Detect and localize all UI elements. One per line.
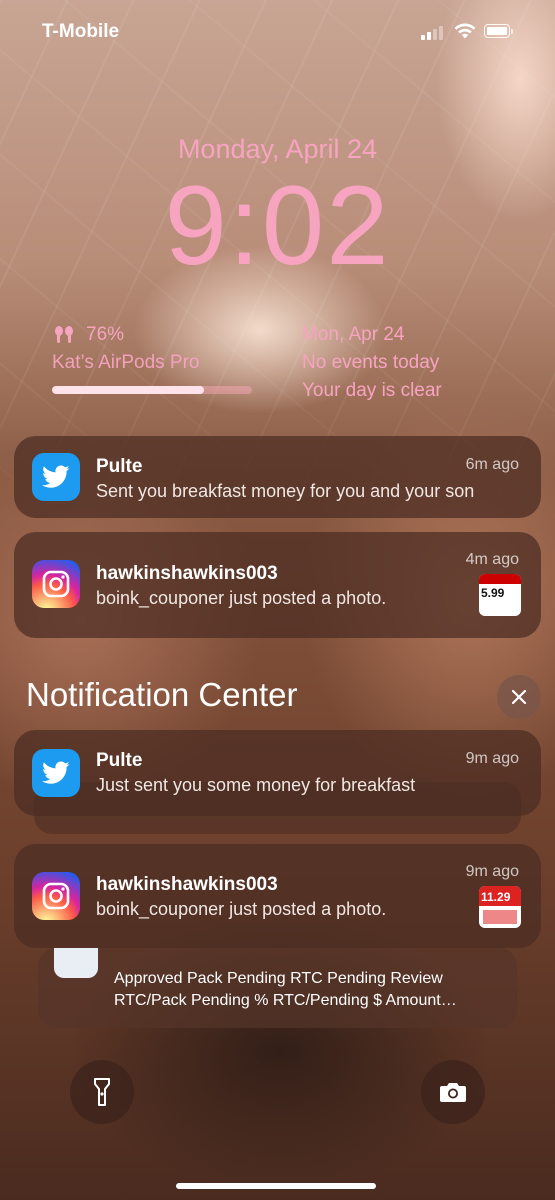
notification-title: Pulte: [96, 750, 143, 771]
notification-body: Just sent you some money for breakfast: [96, 775, 416, 795]
status-bar: T-Mobile: [0, 0, 555, 64]
notification-thumbnail: 5.99: [479, 574, 521, 616]
notification-body: boink_couponer just posted a photo.: [96, 588, 387, 608]
calendar-date: Mon, Apr 24: [302, 324, 405, 345]
home-indicator[interactable]: [176, 1183, 376, 1189]
notification-age: 4m ago: [465, 551, 519, 568]
notification-body: boink_couponer just posted a photo.: [96, 899, 387, 919]
camera-button[interactable]: [421, 1060, 485, 1124]
flashlight-button[interactable]: [70, 1060, 134, 1124]
notification-title: Pulte: [96, 456, 143, 477]
twitter-icon: [32, 749, 80, 797]
calendar-line2: Your day is clear: [302, 380, 442, 401]
twitter-icon: [32, 453, 80, 501]
instagram-icon: [32, 560, 80, 608]
battery-icon: [484, 24, 513, 38]
instagram-icon: [32, 872, 80, 920]
flashlight-icon: [94, 1078, 110, 1106]
lock-date: Monday, April 24: [177, 134, 378, 164]
notification-thumbnail: 11.29: [479, 886, 521, 928]
camera-icon: [440, 1083, 466, 1102]
airpods-device-name: Kat’s AirPods Pro: [52, 352, 200, 373]
notification-center-title: Notification Center: [26, 676, 298, 713]
close-button[interactable]: [497, 675, 541, 719]
calendar-line1: No events today: [302, 352, 440, 373]
wifi-icon: [454, 23, 476, 39]
close-icon: [511, 689, 527, 705]
airpods-battery-widget[interactable]: 76% Kat’s AirPods Pro: [52, 324, 252, 394]
app-icon: [54, 948, 98, 978]
notification-body: Sent you breakfast money for you and you…: [96, 481, 475, 501]
notification-age: 9m ago: [465, 750, 519, 767]
notification-age: 9m ago: [465, 863, 519, 880]
lock-time: 9:02: [164, 163, 391, 288]
signal-icon: [421, 24, 447, 40]
notification-body-line1: Approved Pack Pending RTC Pending Review: [114, 970, 443, 987]
notification-twitter-1[interactable]: Pulte 6m ago Sent you breakfast money fo…: [14, 436, 541, 518]
notification-title: hawkinshawkins003: [96, 563, 278, 584]
notification-partial[interactable]: Approved Pack Pending RTC Pending Review…: [38, 948, 517, 1028]
notification-instagram-2[interactable]: hawkinshawkins003 9m ago boink_couponer …: [14, 844, 541, 948]
notification-title: hawkinshawkins003: [96, 874, 278, 895]
airpods-battery-bar: [52, 386, 252, 394]
notification-twitter-2[interactable]: Pulte 9m ago Just sent you some money fo…: [14, 730, 541, 816]
notification-body-line2: RTC/Pack Pending % RTC/Pending $ Amount…: [114, 992, 457, 1009]
carrier-label: T-Mobile: [42, 21, 120, 42]
airpods-percent: 76%: [86, 324, 125, 345]
airpods-icon: [55, 326, 73, 343]
notification-age: 6m ago: [465, 456, 519, 473]
calendar-widget[interactable]: Mon, Apr 24 No events today Your day is …: [302, 324, 532, 408]
notification-instagram-1[interactable]: hawkinshawkins003 4m ago boink_couponer …: [14, 532, 541, 638]
